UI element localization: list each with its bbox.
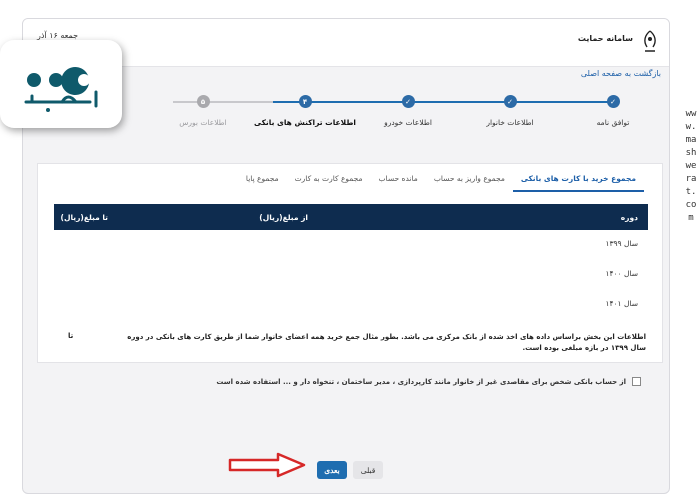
checkbox-label: از حساب بانکی شخص برای مقاصدی غیر از خان… — [216, 377, 626, 386]
transactions-card: مجموع خرید با کارت های بانکی مجموع واریز… — [37, 163, 663, 363]
tab-paya[interactable]: مجموع پایا — [238, 168, 287, 192]
stepper: ✓ توافق نامه ✓ اطلاعات خانوار ✓ اطلاعات … — [133, 95, 653, 145]
tab-balance[interactable]: مانده حساب — [371, 168, 426, 192]
tab-card-to-card[interactable]: مجموع کارت به کارت — [287, 168, 371, 192]
brand-title: سامانه حمایت — [577, 34, 633, 43]
column-from: از مبلغ(ریال) — [259, 213, 308, 222]
period-cell: سال ۱۴۰۰ — [605, 269, 638, 278]
step-check-icon: ✓ — [606, 95, 620, 108]
logo-badge — [0, 40, 122, 128]
column-to: تا مبلغ(ریال) — [60, 213, 108, 222]
step-label: توافق نامه — [596, 118, 630, 127]
side-watermark: www.mashwerat.com — [685, 109, 697, 223]
column-period: دوره — [620, 213, 638, 222]
step-check-icon: ✓ — [503, 95, 517, 108]
mashwerat-logo-icon — [24, 67, 98, 112]
red-arrow-icon — [228, 452, 306, 478]
table-row: سال ۱۴۰۰ — [54, 260, 648, 290]
emblem-icon — [644, 30, 656, 52]
period-cell: سال ۱۴۰۱ — [605, 299, 638, 308]
tab-deposits[interactable]: مجموع واریز به حساب — [426, 168, 513, 192]
info-text: اطلاعات این بخش براساس داده های اخذ شده … — [127, 333, 646, 352]
personal-use-checkbox[interactable] — [632, 377, 641, 386]
step-vehicle[interactable]: ✓ اطلاعات خودرو — [353, 95, 463, 127]
step-label: اطلاعات تراکنش های بانکی — [253, 118, 356, 127]
previous-button[interactable]: قبلی — [353, 461, 383, 479]
tab-card-purchases[interactable]: مجموع خرید با کارت های بانکی — [512, 168, 644, 192]
step-number: ۵ — [196, 95, 210, 108]
step-number: ۴ — [298, 95, 312, 108]
table-header: دوره از مبلغ(ریال) تا مبلغ(ریال) — [54, 204, 648, 230]
step-bank-transactions[interactable]: ۴ اطلاعات تراکنش های بانکی — [250, 95, 360, 127]
amounts-table: دوره از مبلغ(ریال) تا مبلغ(ریال) سال ۱۳۹… — [54, 204, 648, 320]
step-agreement[interactable]: ✓ توافق نامه — [558, 95, 668, 127]
info-to-word: تا — [68, 332, 74, 340]
step-label: اطلاعات خودرو — [384, 118, 432, 127]
step-label: اطلاعات بورس — [179, 118, 227, 127]
step-label: اطلاعات خانوار — [486, 118, 534, 127]
next-button[interactable]: بعدی — [317, 461, 347, 479]
table-row: سال ۱۳۹۹ — [54, 230, 648, 260]
step-household[interactable]: ✓ اطلاعات خانوار — [455, 95, 565, 127]
table-row: سال ۱۴۰۱ — [54, 290, 648, 320]
period-cell: سال ۱۳۹۹ — [605, 239, 638, 248]
step-stock: ۵ اطلاعات بورس — [148, 95, 258, 127]
step-check-icon: ✓ — [401, 95, 415, 108]
back-to-home-link[interactable]: بازگشت به صفحه اصلی — [581, 69, 661, 78]
tab-bar: مجموع خرید با کارت های بانکی مجموع واریز… — [238, 168, 644, 192]
personal-use-checkbox-row[interactable]: از حساب بانکی شخص برای مقاصدی غیر از خان… — [216, 377, 641, 386]
date-text: جمعه ۱۶ آذر — [37, 31, 79, 40]
